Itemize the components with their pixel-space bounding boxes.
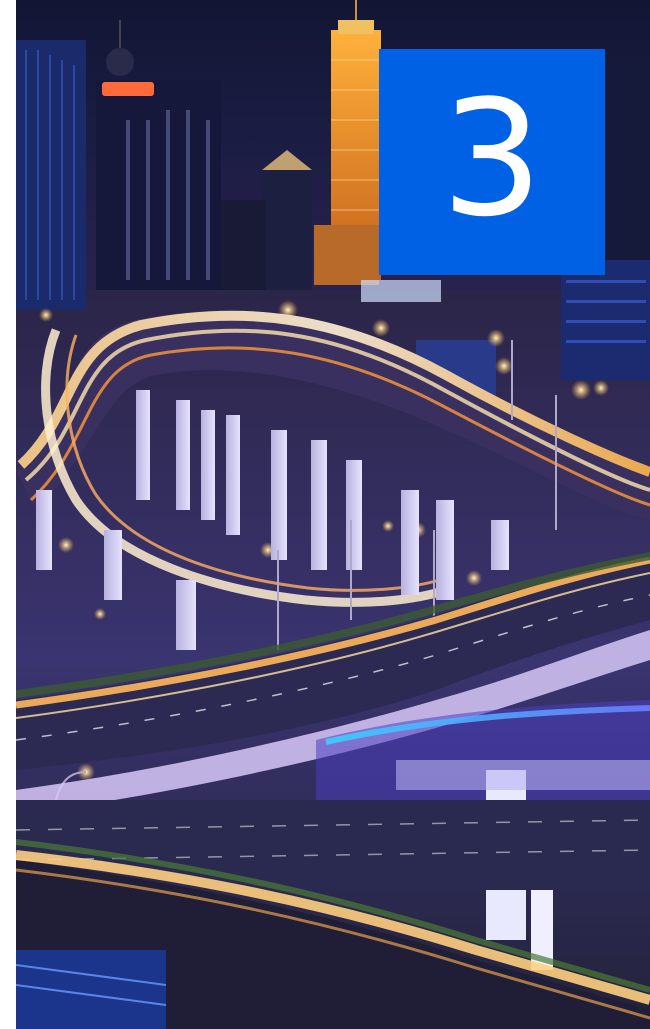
- badge-number: 3: [441, 65, 543, 252]
- number-badge: 3: [379, 49, 605, 275]
- page: 3: [0, 0, 650, 1029]
